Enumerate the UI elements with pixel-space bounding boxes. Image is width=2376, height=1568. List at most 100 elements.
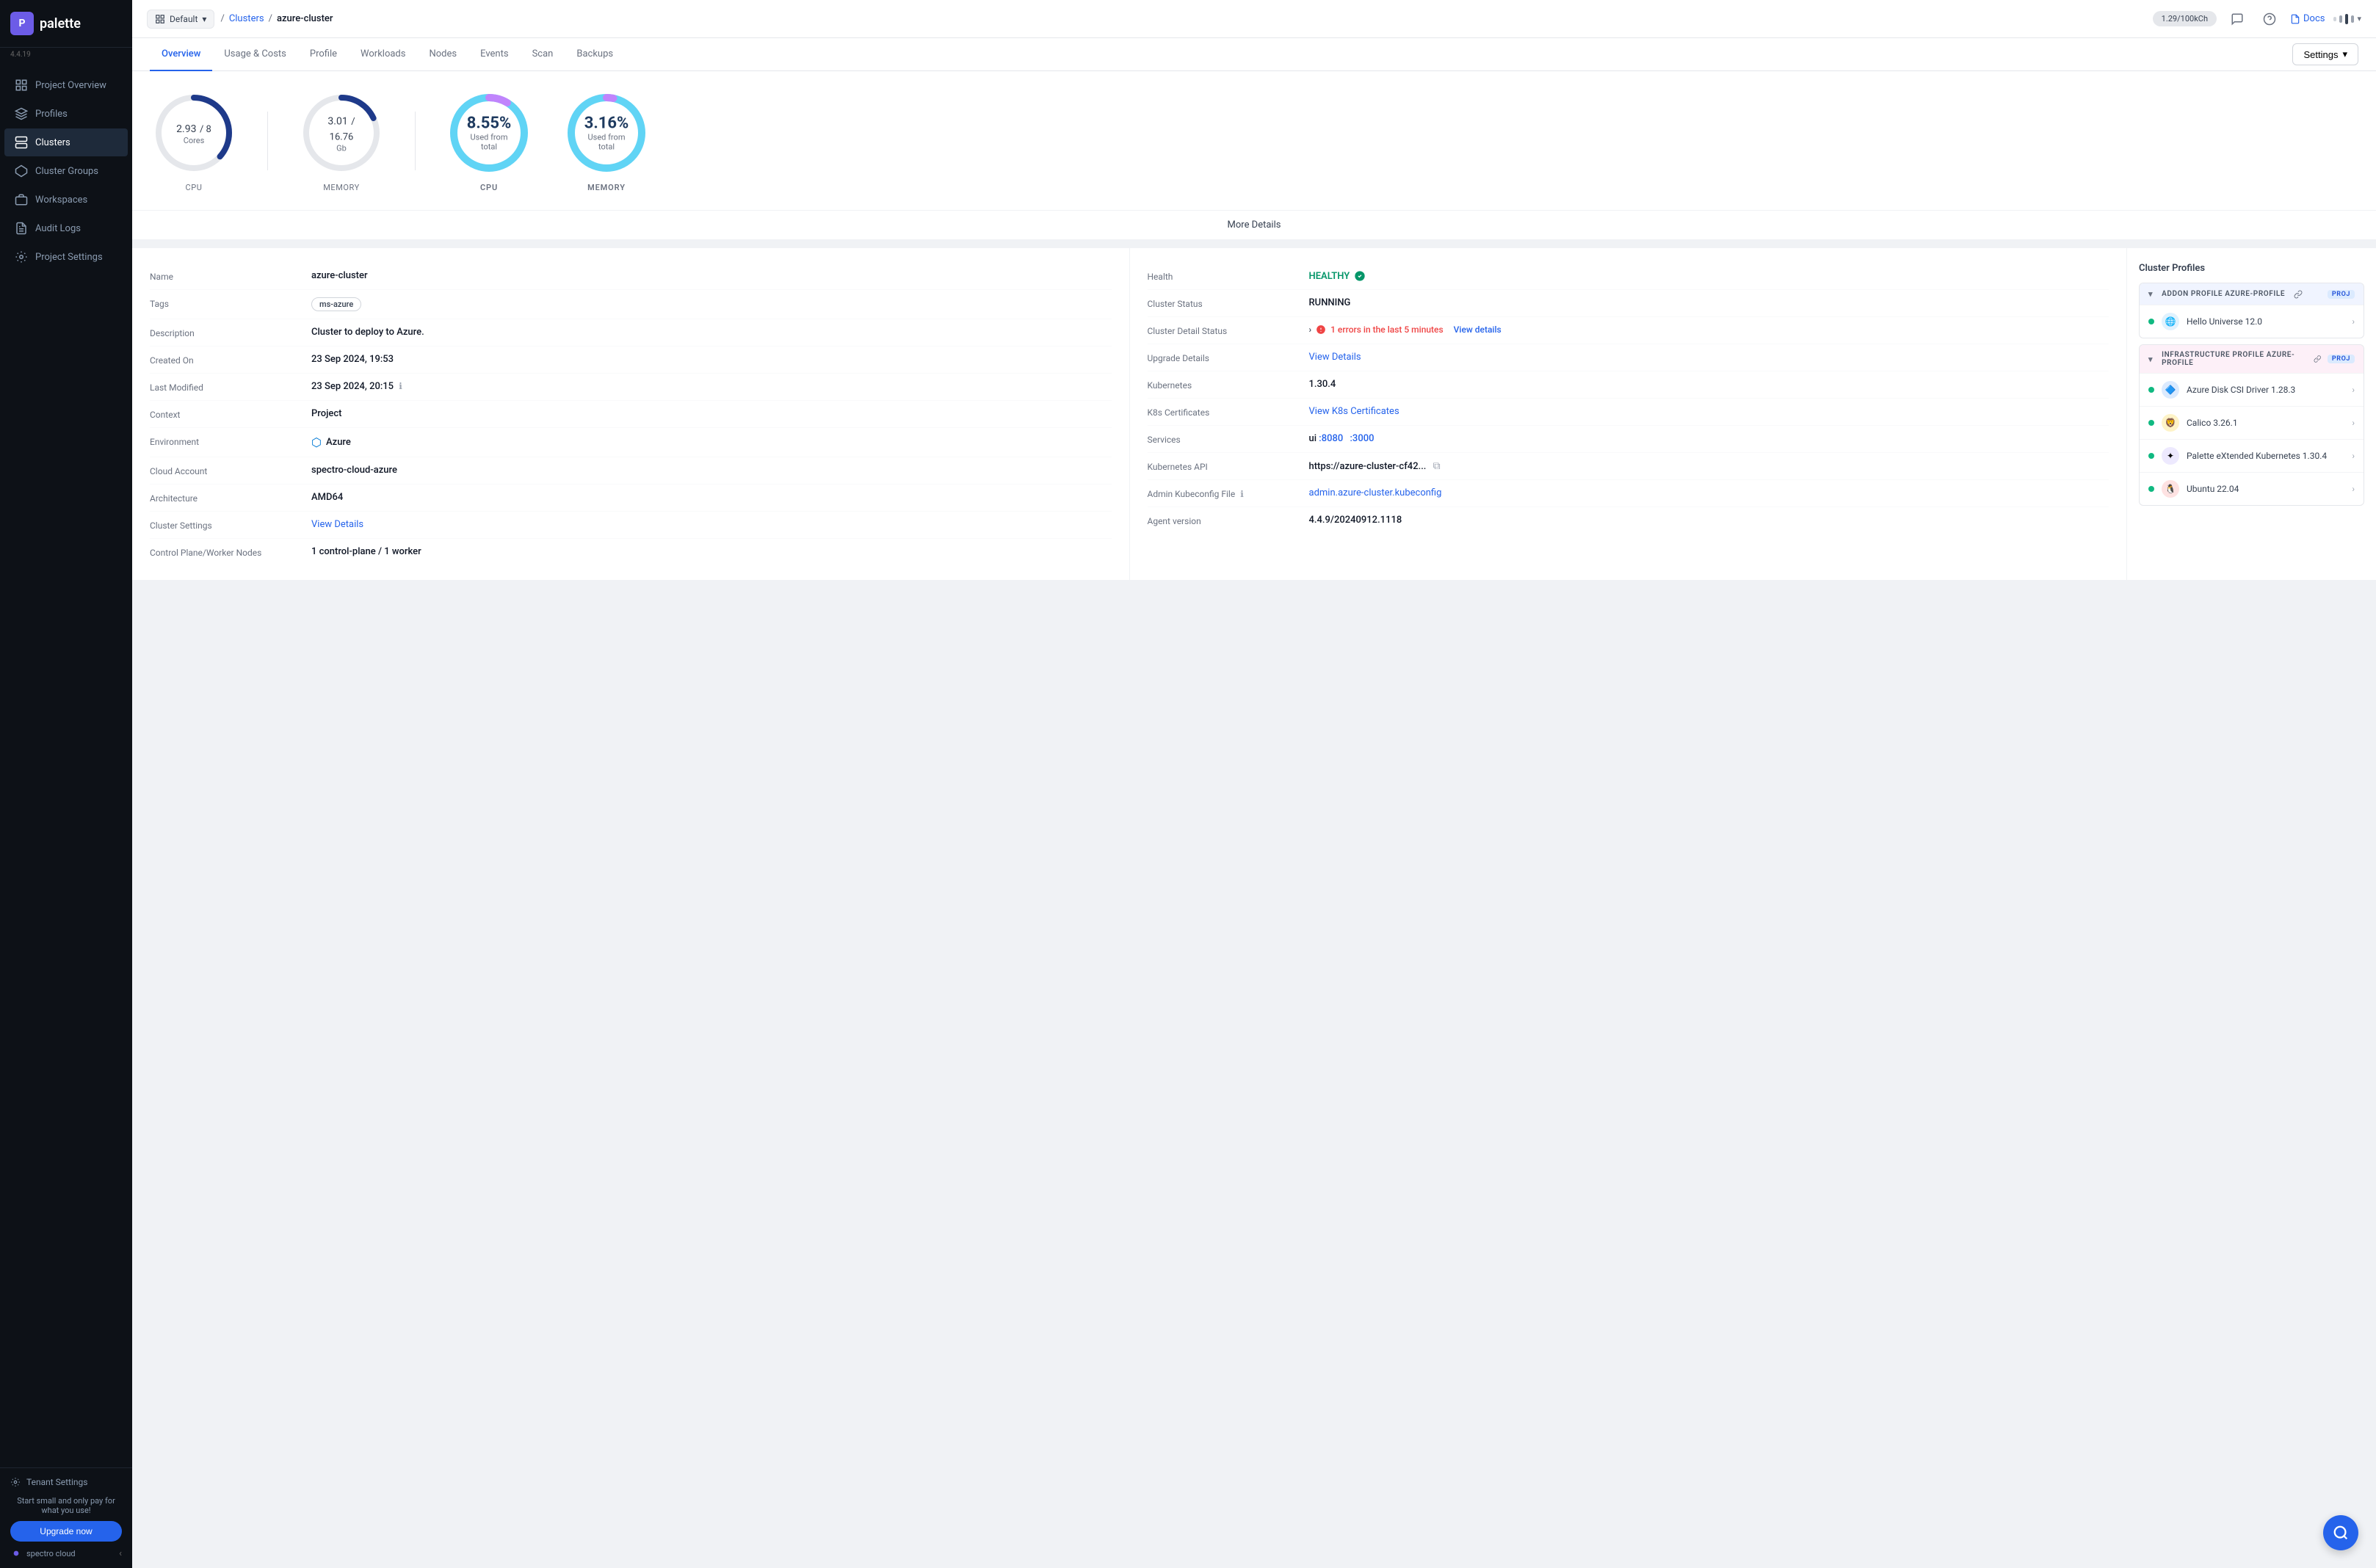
profile-item-hello-universe[interactable]: 🌐 Hello Universe 12.0 › <box>2140 305 2364 338</box>
sidebar: P palette 4.4.19 Project Overview Profil… <box>0 0 132 1568</box>
k8s-api-copy-icon[interactable]: ⧉ <box>1433 460 1441 472</box>
profile-item-calico[interactable]: 🦁 Calico 3.26.1 › <box>2140 406 2364 439</box>
error-view-details-link[interactable]: View details <box>1454 324 1502 335</box>
cloud-account-label: Cloud Account <box>150 465 297 476</box>
infra-profile-header[interactable]: ▾ INFRASTRUCTURE PROFILE AZURE-PROFILE P… <box>2140 345 2364 373</box>
modified-label: Last Modified <box>150 381 297 393</box>
tab-events-label: Events <box>480 48 508 59</box>
infra-profile-label: INFRASTRUCTURE PROFILE AZURE-PROFILE <box>2162 351 2305 367</box>
tab-nodes-label: Nodes <box>429 48 457 59</box>
search-fab[interactable] <box>2323 1515 2358 1550</box>
memory-gauge-text: 3.01 / 16.76 Gb <box>319 113 363 153</box>
docs-link[interactable]: Docs <box>2290 13 2325 24</box>
services-ui: ui <box>1309 433 1317 444</box>
memory-donut-label: MEMORY <box>587 183 626 192</box>
detail-row-cloud-account: Cloud Account spectro-cloud-azure <box>150 457 1112 484</box>
sidebar-item-cluster-groups[interactable]: Cluster Groups <box>4 157 128 185</box>
sidebar-tenant-settings[interactable]: Tenant Settings <box>10 1477 122 1487</box>
profile-item-chevron: › <box>2352 484 2355 494</box>
profile-item-palette-kubernetes[interactable]: ✦ Palette eXtended Kubernetes 1.30.4 › <box>2140 439 2364 472</box>
created-value: 23 Sep 2024, 19:53 <box>311 354 1112 365</box>
detail-row-context: Context Project <box>150 401 1112 428</box>
dropdown-icon[interactable]: ▾ <box>2357 14 2361 23</box>
modified-value: 23 Sep 2024, 20:15 ℹ <box>311 381 1112 392</box>
sidebar-item-project-settings[interactable]: Project Settings <box>4 243 128 271</box>
profile-status-dot <box>2148 387 2154 393</box>
cluster-settings-label: Cluster Settings <box>150 519 297 531</box>
tab-usage-costs[interactable]: Usage & Costs <box>212 38 298 71</box>
spectro-brand: spectro cloud ‹ <box>10 1542 122 1559</box>
kubeconfig-info-icon[interactable]: ℹ <box>1240 489 1244 499</box>
tab-backups-label: Backups <box>576 48 613 59</box>
tab-profile[interactable]: Profile <box>298 38 349 71</box>
detail-row-kubeconfig: Admin Kubeconfig File ℹ admin.azure-clus… <box>1148 480 2109 507</box>
profile-item-ubuntu[interactable]: 🐧 Ubuntu 22.04 › <box>2140 472 2364 505</box>
profile-item-azure-disk[interactable]: 🔷 Azure Disk CSI Driver 1.28.3 › <box>2140 373 2364 406</box>
description-label: Description <box>150 327 297 338</box>
tab-scan[interactable]: Scan <box>521 38 565 71</box>
profile-item-icon-ubuntu: 🐧 <box>2162 480 2179 498</box>
chat-button[interactable] <box>2225 7 2249 31</box>
sidebar-item-workspaces[interactable]: Workspaces <box>4 186 128 214</box>
help-button[interactable] <box>2258 7 2281 31</box>
sidebar-item-label: Project Settings <box>35 252 103 263</box>
server-icon <box>15 136 28 149</box>
tab-backups[interactable]: Backups <box>565 38 625 71</box>
cluster-profiles-panel: Cluster Profiles ▾ ADDON PROFILE AZURE-P… <box>2126 248 2376 580</box>
tag-ms-azure[interactable]: ms-azure <box>311 297 361 311</box>
sidebar-item-clusters[interactable]: Clusters <box>4 128 128 156</box>
signal-bars: ▾ <box>2333 14 2361 24</box>
modified-info-icon[interactable]: ℹ <box>399 381 402 391</box>
tab-scan-label: Scan <box>532 48 554 59</box>
kubeconfig-value[interactable]: admin.azure-cluster.kubeconfig <box>1309 487 2109 498</box>
tab-workloads-label: Workloads <box>361 48 405 59</box>
cluster-detail-label: Cluster Detail Status <box>1148 324 1294 336</box>
tab-actions: Settings ▾ <box>2292 38 2358 70</box>
profile-item-name: Palette eXtended Kubernetes 1.30.4 <box>2187 451 2344 461</box>
sidebar-item-label: Workspaces <box>35 195 87 206</box>
app-name: palette <box>40 16 81 32</box>
sidebar-item-label: Project Overview <box>35 80 106 91</box>
sidebar-item-profiles[interactable]: Profiles <box>4 100 128 128</box>
architecture-value: AMD64 <box>311 492 1112 503</box>
addon-collapse-icon: ▾ <box>2148 289 2153 299</box>
more-details-section[interactable]: More Details <box>132 210 2376 239</box>
k8s-certs-value[interactable]: View K8s Certificates <box>1309 406 2109 417</box>
spectro-brand-label: spectro cloud <box>10 1547 76 1559</box>
briefcase-icon <box>15 193 28 206</box>
detail-row-modified: Last Modified 23 Sep 2024, 20:15 ℹ <box>150 374 1112 401</box>
app-version: 4.4.19 <box>0 48 132 65</box>
memory-gauge-card: 3.01 / 16.76 Gb MEMORY <box>297 89 385 192</box>
infra-collapse-icon: ▾ <box>2148 355 2153 364</box>
cluster-settings-value[interactable]: View Details <box>311 519 1112 530</box>
workspace-selector[interactable]: Default ▾ <box>147 10 214 29</box>
profile-item-name: Azure Disk CSI Driver 1.28.3 <box>2187 385 2344 395</box>
sidebar-logo[interactable]: P palette <box>0 0 132 48</box>
tab-workloads[interactable]: Workloads <box>349 38 417 71</box>
services-port2[interactable]: :3000 <box>1350 433 1374 444</box>
breadcrumb-current: azure-cluster <box>277 13 333 24</box>
sidebar-collapse-icon[interactable]: ‹ <box>119 1548 122 1559</box>
tab-nodes[interactable]: Nodes <box>417 38 468 71</box>
settings-button[interactable]: Settings ▾ <box>2292 43 2358 65</box>
services-port1[interactable]: :8080 <box>1319 433 1343 444</box>
tenant-settings-label: Tenant Settings <box>26 1477 87 1487</box>
sidebar-item-project-overview[interactable]: Project Overview <box>4 71 128 99</box>
cpu-gauge: 2.93 / 8 Cores <box>150 89 238 177</box>
upgrade-value[interactable]: View Details <box>1309 352 2109 363</box>
profile-item-name: Hello Universe 12.0 <box>2187 316 2344 327</box>
sidebar-item-audit-logs[interactable]: Audit Logs <box>4 214 128 242</box>
environment-value: ⬡ Azure <box>311 435 1112 449</box>
detail-row-control-plane: Control Plane/Worker Nodes 1 control-pla… <box>150 539 1112 565</box>
detail-row-name: Name azure-cluster <box>150 263 1112 290</box>
detail-row-kubernetes: Kubernetes 1.30.4 <box>1148 371 2109 399</box>
cpu-donut: 8.55% Used from total <box>445 89 533 177</box>
tab-overview[interactable]: Overview <box>150 38 212 71</box>
addon-profile-header[interactable]: ▾ ADDON PROFILE AZURE-PROFILE PROJ <box>2140 283 2364 305</box>
spectro-logo-icon <box>10 1547 22 1559</box>
breadcrumb-clusters-link[interactable]: Clusters <box>229 13 264 24</box>
upgrade-button[interactable]: Upgrade now <box>10 1521 122 1542</box>
profile-status-dot <box>2148 486 2154 492</box>
cluster-detail-value: › 1 errors in the last 5 minutes View de… <box>1309 324 2109 335</box>
tab-events[interactable]: Events <box>468 38 520 71</box>
